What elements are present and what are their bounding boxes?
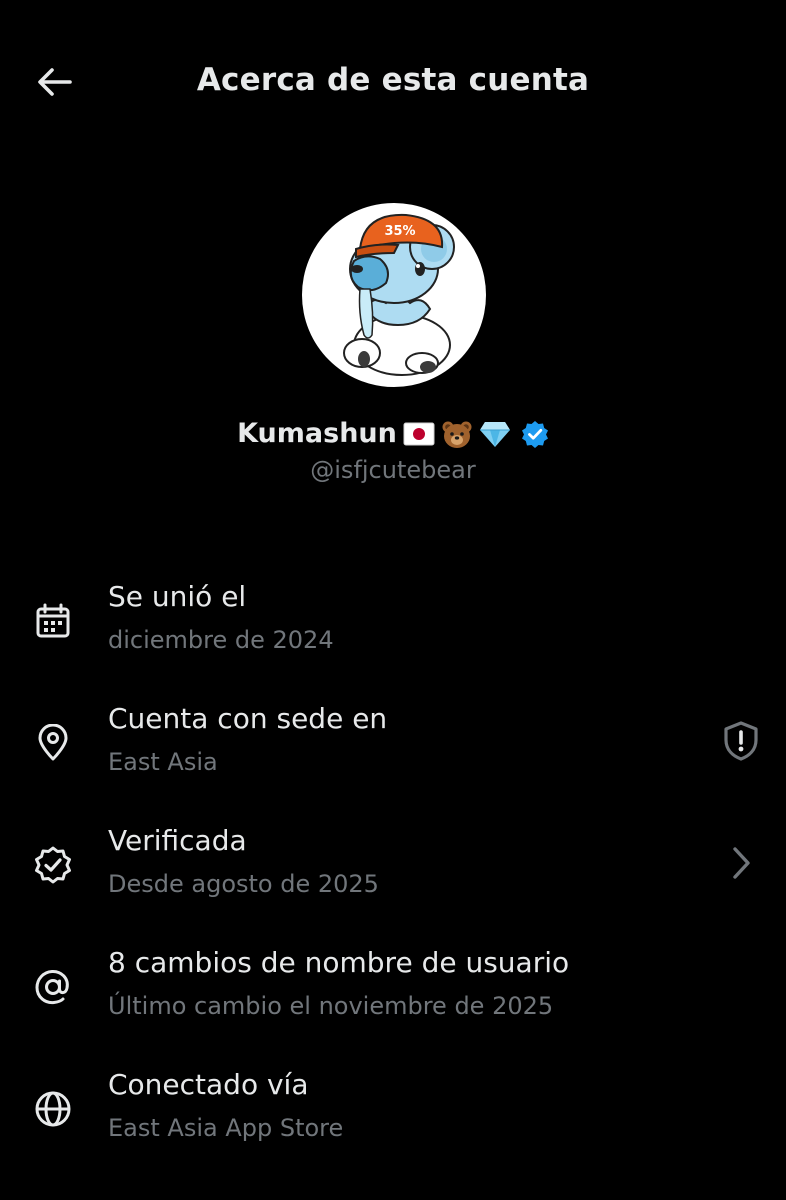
row-title: Se unió el	[108, 580, 247, 613]
row-title: Cuenta con sede en	[108, 702, 388, 735]
info-row-verified[interactable]: Verificada Desde agosto de 2025	[0, 816, 786, 938]
row-title: Conectado vía	[108, 1068, 309, 1101]
shield-alert-icon[interactable]	[716, 716, 766, 766]
row-subtitle: East Asia App Store	[108, 1114, 344, 1142]
gem-icon	[479, 420, 511, 448]
bear-icon	[441, 419, 473, 449]
info-list: Se unió el diciembre de 2024 Cuenta con …	[0, 572, 786, 1182]
display-name: Kumashun	[237, 418, 397, 449]
row-subtitle: Desde agosto de 2025	[108, 870, 379, 898]
globe-icon	[30, 1086, 76, 1132]
row-title: 8 cambios de nombre de usuario	[108, 946, 570, 979]
page-title: Acerca de esta cuenta	[196, 62, 590, 98]
row-title: Verificada	[108, 824, 247, 857]
at-sign-icon	[30, 964, 76, 1010]
info-row-connected-via: Conectado vía East Asia App Store	[0, 1060, 786, 1182]
location-pin-icon	[30, 720, 76, 766]
chevron-right-icon[interactable]	[716, 838, 766, 888]
info-row-username-changes: 8 cambios de nombre de usuario Último ca…	[0, 938, 786, 1060]
verified-badge[interactable]	[521, 420, 549, 448]
handle: @isfjcutebear	[310, 456, 476, 484]
verified-badge-icon	[30, 842, 76, 888]
calendar-icon	[30, 598, 76, 644]
header: Acerca de esta cuenta	[0, 0, 786, 170]
info-row-location: Cuenta con sede en East Asia	[0, 694, 786, 816]
japan-flag-icon	[403, 422, 435, 446]
avatar[interactable]: 35%	[302, 203, 486, 387]
display-name-row: Kumashun	[0, 418, 786, 449]
row-subtitle: diciembre de 2024	[108, 626, 334, 654]
cap-text: 35%	[384, 224, 415, 239]
row-subtitle: East Asia	[108, 748, 218, 776]
row-subtitle: Último cambio el noviembre de 2025	[108, 992, 554, 1020]
info-row-joined: Se unió el diciembre de 2024	[0, 572, 786, 694]
